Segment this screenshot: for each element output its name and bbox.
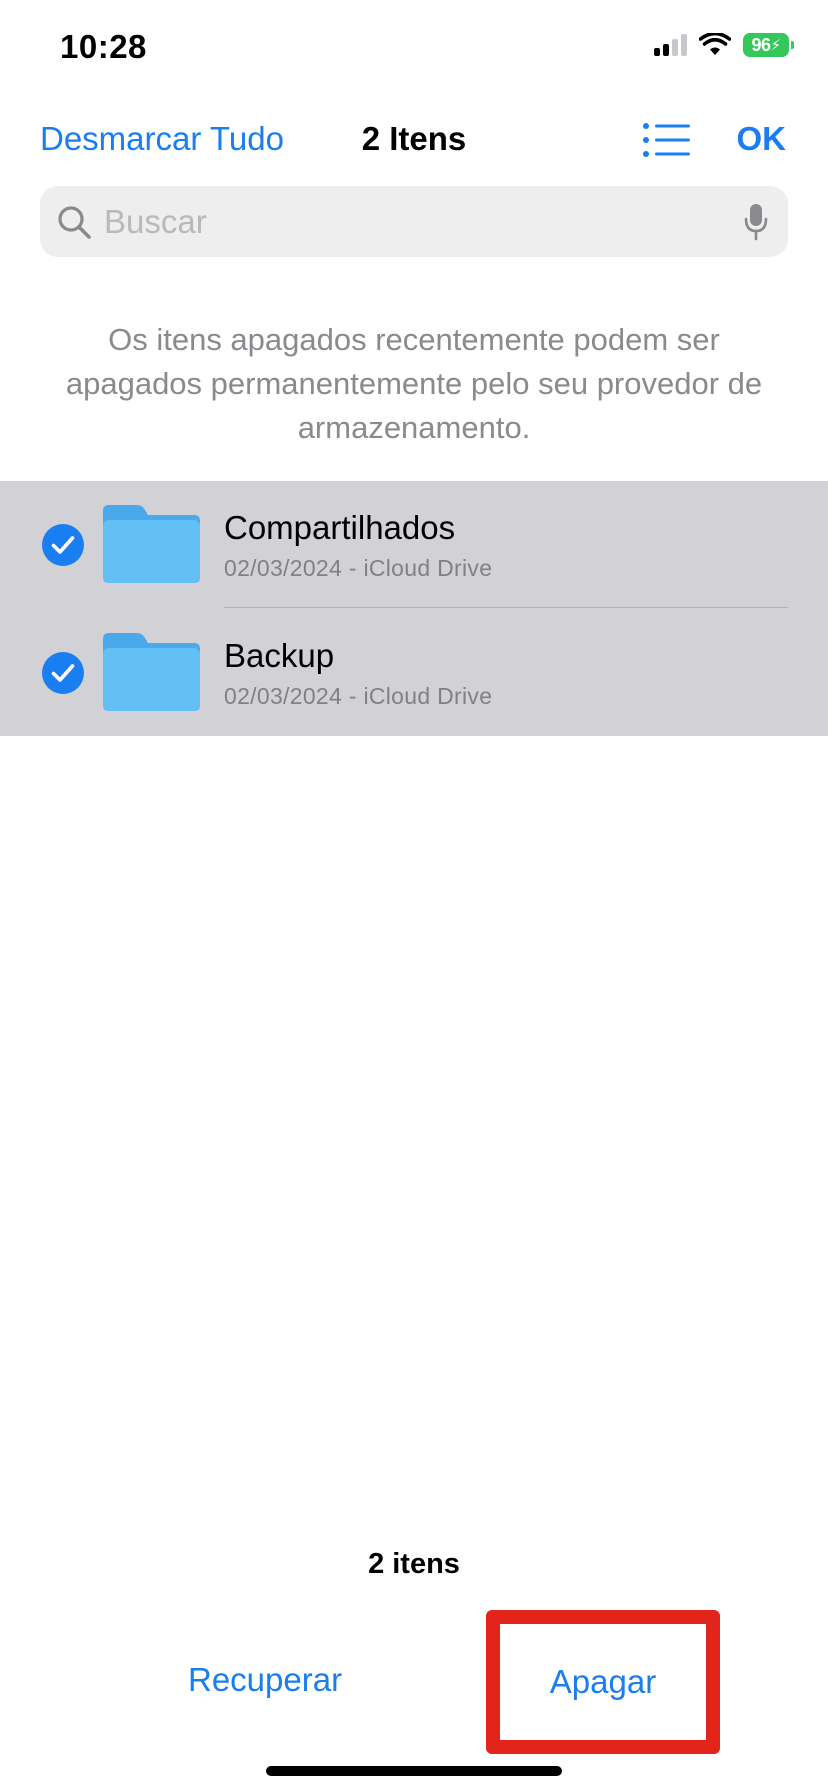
- search-input[interactable]: [104, 186, 704, 257]
- recover-button[interactable]: Recuperar: [188, 1661, 342, 1699]
- delete-button[interactable]: Apagar: [486, 1610, 720, 1754]
- battery-icon: 96 ⚡: [743, 33, 794, 57]
- home-indicator[interactable]: [266, 1766, 562, 1776]
- list-icon[interactable]: [642, 122, 692, 158]
- item-detail: 02/03/2024 - iCloud Drive: [224, 555, 493, 581]
- page-title: 2 Itens: [361, 120, 467, 157]
- battery-level: 96: [751, 34, 771, 55]
- status-icons: 96 ⚡: [654, 33, 794, 57]
- checkmark-circle-icon[interactable]: [41, 523, 85, 567]
- selection-count: 2 itens: [368, 1548, 460, 1580]
- info-text: Os itens apagados recentemente podem ser…: [65, 322, 763, 445]
- wifi-icon: [699, 33, 731, 55]
- folder-icon: [103, 633, 200, 711]
- status-time: 10:28: [60, 28, 147, 65]
- list-item[interactable]: Backup 02/03/2024 - iCloud Drive: [0, 609, 828, 736]
- checkmark-circle-icon[interactable]: [41, 651, 85, 695]
- item-name: Compartilhados: [224, 509, 456, 546]
- delete-button-label: Apagar: [549, 1663, 657, 1700]
- file-list: Compartilhados 02/03/2024 - iCloud Drive…: [0, 481, 828, 736]
- cellular-signal-icon: [654, 34, 687, 56]
- divider: [224, 607, 788, 608]
- microphone-icon[interactable]: [744, 203, 768, 241]
- search-bar[interactable]: [40, 186, 788, 257]
- item-name: Backup: [224, 637, 335, 674]
- item-detail: 02/03/2024 - iCloud Drive: [224, 683, 493, 709]
- search-icon: [58, 206, 91, 239]
- deselect-all-button[interactable]: Desmarcar Tudo: [40, 120, 284, 158]
- folder-icon: [103, 505, 200, 583]
- list-item[interactable]: Compartilhados 02/03/2024 - iCloud Drive: [0, 481, 828, 608]
- ok-button[interactable]: OK: [737, 120, 787, 158]
